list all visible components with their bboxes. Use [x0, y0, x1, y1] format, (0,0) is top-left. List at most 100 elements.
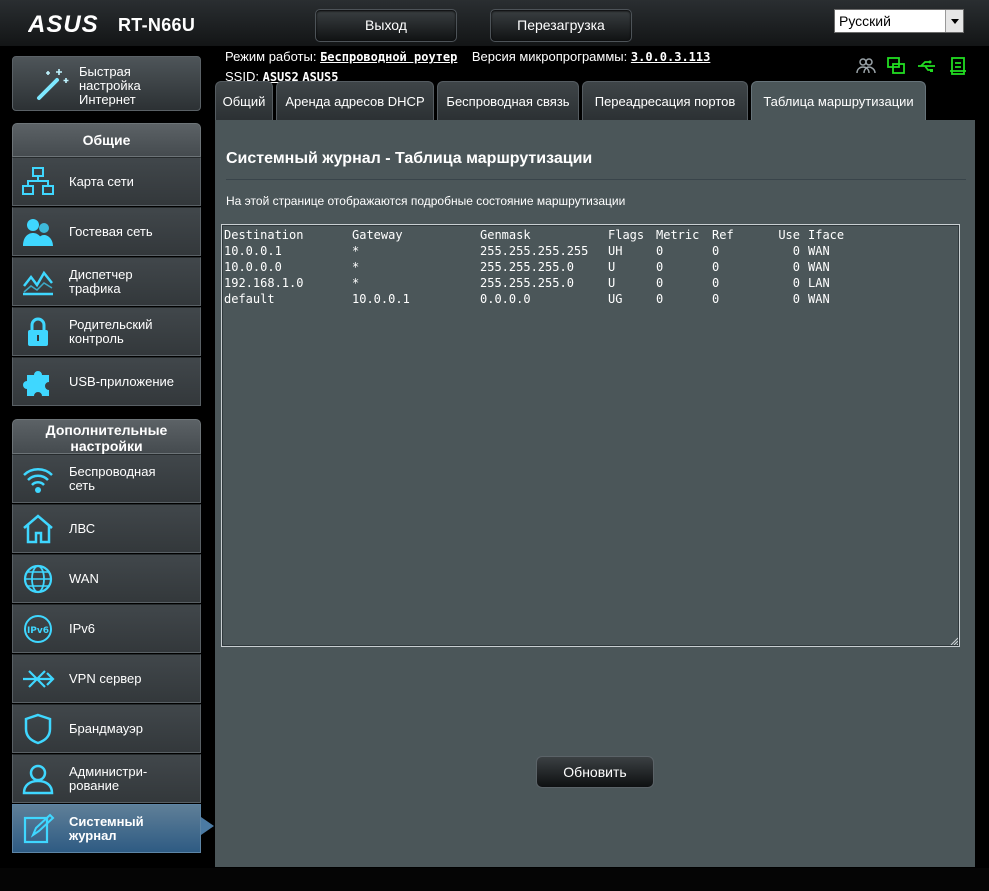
- status-icons: [856, 56, 968, 76]
- header-use: Use: [778, 228, 800, 242]
- firmware-link[interactable]: 3.0.0.3.113: [631, 50, 710, 64]
- cell: *: [352, 244, 360, 258]
- usb-icon[interactable]: [917, 56, 937, 76]
- logout-button[interactable]: Выход: [315, 9, 457, 42]
- nav-traffic-manager[interactable]: Диспетчер трафика: [12, 257, 201, 306]
- routing-table: Destination Gateway Genmask Flags Metric…: [224, 227, 844, 307]
- tab-port-forwarding[interactable]: Переадресация портов: [582, 81, 748, 121]
- nav-firewall[interactable]: Брандмауэр: [12, 704, 201, 753]
- reboot-button[interactable]: Перезагрузка: [490, 9, 632, 42]
- lock-icon: [28, 317, 48, 346]
- section-advanced-header: Дополнительные настройки: [12, 419, 201, 454]
- puzzle-icon: [23, 371, 49, 396]
- cell: *: [352, 260, 360, 274]
- tab-wireless[interactable]: Беспроводная связь: [437, 81, 579, 121]
- router-model: RT-N66U: [118, 15, 196, 35]
- page-description: На этой странице отображаются подробные …: [226, 194, 626, 208]
- nav-label: USB-приложение: [69, 374, 175, 389]
- network-status-icon[interactable]: [886, 56, 906, 76]
- page-title: Системный журнал - Таблица маршрутизации: [226, 150, 593, 167]
- nav-wireless[interactable]: Беспроводная сеть: [12, 454, 201, 503]
- svg-text:ASUS: ASUS: [28, 11, 99, 37]
- resize-handle-icon[interactable]: [950, 637, 958, 645]
- vpn-icon: [23, 670, 55, 688]
- table-row: default 10.0.0.1 0.0.0.0 UG 0 0 0 WAN: [224, 291, 844, 307]
- nav-administration[interactable]: Администри-рование: [12, 754, 201, 803]
- header-ref: Ref: [712, 228, 734, 242]
- nav-label: Брандмауэр: [69, 721, 143, 736]
- wireless-icon: [23, 468, 53, 493]
- cell: WAN: [808, 292, 830, 306]
- asus-logo: ASUS: [28, 11, 99, 37]
- nav-parental-control[interactable]: Родительский контроль: [12, 307, 201, 356]
- cell: 0: [792, 292, 800, 306]
- cell: 10.0.0.0: [224, 260, 282, 274]
- cell: 0: [792, 260, 800, 274]
- cell: 10.0.0.1: [352, 292, 410, 306]
- nav-vpn-server[interactable]: VPN сервер: [12, 654, 201, 703]
- main-panel: Системный журнал - Таблица маршрутизации…: [215, 120, 975, 867]
- nav-label: Беспроводная сеть: [69, 464, 156, 493]
- nav-label: WAN: [69, 571, 99, 586]
- tab-general[interactable]: Общий: [215, 81, 273, 121]
- cell: 0.0.0.0: [480, 292, 531, 306]
- cell: 255.255.255.0: [480, 276, 574, 290]
- nav-label: ЛВС: [69, 521, 96, 536]
- footer-bar: [0, 868, 989, 891]
- section-general-header: Общие: [12, 123, 201, 157]
- nav-ipv6[interactable]: IPv6 IPv6: [12, 604, 201, 653]
- nav-network-map[interactable]: Карта сети: [12, 157, 201, 206]
- nav-label: Гостевая сеть: [69, 224, 153, 239]
- guest-network-icon: [23, 219, 53, 246]
- traffic-manager-icon: [23, 270, 53, 296]
- cell: 0: [656, 276, 664, 290]
- nav-guest-network[interactable]: Гостевая сеть: [12, 207, 201, 256]
- header-genmask: Genmask: [480, 228, 531, 242]
- cell: 0: [656, 260, 664, 274]
- cell: default: [224, 292, 275, 306]
- language-value: Русский: [839, 13, 891, 29]
- active-nav-pointer: [201, 817, 214, 835]
- nav-label: IPv6: [69, 621, 96, 636]
- cell: 0: [712, 276, 720, 290]
- table-row: 10.0.0.1 * 255.255.255.255 UH 0 0 0 WAN: [224, 243, 844, 259]
- refresh-button[interactable]: Обновить: [536, 756, 654, 788]
- mode-link[interactable]: Беспроводной роутер: [320, 50, 457, 64]
- shield-icon: [24, 713, 52, 745]
- nav-usb-application[interactable]: USB-приложение: [12, 357, 201, 406]
- ipv6-icon: IPv6: [24, 615, 52, 643]
- nav-system-log[interactable]: Системный журнал: [12, 804, 201, 853]
- tab-dhcp-leases[interactable]: Аренда адресов DHCP: [276, 81, 434, 121]
- edit-log-icon: [23, 813, 55, 844]
- mode-label: Режим работы:: [225, 49, 317, 64]
- top-bar: ASUS RT-N66U Выход Перезагрузка Русский: [0, 0, 989, 46]
- header-destination: Destination: [224, 228, 304, 242]
- nav-lan[interactable]: ЛВС: [12, 504, 201, 553]
- cell: WAN: [808, 244, 830, 258]
- cell: 10.0.0.1: [224, 244, 282, 258]
- cell: UG: [608, 292, 623, 306]
- table-header-row: Destination Gateway Genmask Flags Metric…: [224, 227, 844, 243]
- cell: LAN: [808, 276, 830, 290]
- chevron-down-icon[interactable]: [945, 10, 963, 32]
- table-row: 192.168.1.0 * 255.255.255.0 U 0 0 0 LAN: [224, 275, 844, 291]
- quick-internet-setup[interactable]: Быстрая настройка Интернет: [12, 56, 201, 111]
- cell: UH: [608, 244, 623, 258]
- globe-icon: [23, 564, 53, 594]
- cell: U: [608, 260, 616, 274]
- routing-table-textarea[interactable]: Destination Gateway Genmask Flags Metric…: [221, 224, 960, 647]
- nav-label: Диспетчер трафика: [69, 267, 133, 296]
- cell: U: [608, 276, 616, 290]
- quick-setup-label: Быстрая настройка Интернет: [79, 64, 141, 107]
- cell: 0: [712, 260, 720, 274]
- tab-routing-table[interactable]: Таблица маршрутизации: [751, 81, 926, 121]
- cell: 0: [712, 244, 720, 258]
- clients-icon[interactable]: [856, 56, 876, 76]
- nav-label: Администри-рование: [69, 764, 148, 793]
- language-select[interactable]: Русский: [834, 9, 964, 33]
- nav-wan[interactable]: WAN: [12, 554, 201, 603]
- header-gateway: Gateway: [352, 228, 403, 242]
- nav-label: Системный журнал: [69, 814, 144, 843]
- printer-icon[interactable]: [948, 56, 968, 76]
- nav-label: VPN сервер: [69, 671, 142, 686]
